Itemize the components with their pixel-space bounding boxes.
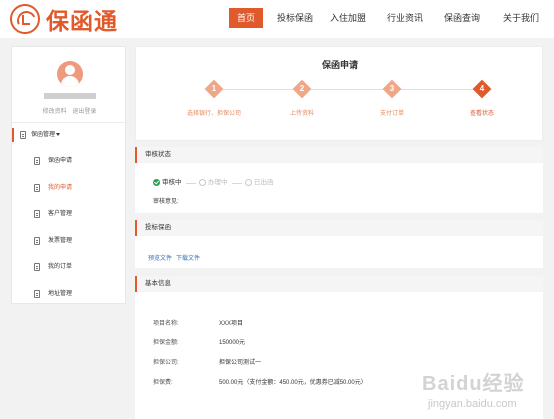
document-icon xyxy=(34,290,40,298)
nav-bid-guarantee[interactable]: 投标保函 xyxy=(273,8,317,28)
sidebar-item-addresses[interactable]: 地址管理 xyxy=(12,287,127,301)
status-connector xyxy=(232,183,242,184)
info-label-project-name: 项目名称: xyxy=(153,321,179,327)
sidebar-item-label: 我的申请 xyxy=(48,185,73,191)
section-bid-guarantee: 投标保函 xyxy=(135,220,543,236)
sidebar-item-label: 保函申请 xyxy=(48,158,73,164)
sidebar-item-label: 客户管理 xyxy=(48,211,73,217)
page-title: 保函申请 xyxy=(321,60,358,70)
info-label-guarantee-fee: 担保费: xyxy=(153,380,173,386)
status-reviewing: 审核中 xyxy=(162,179,182,186)
info-value-guarantee-company: 担保公司测试一 xyxy=(219,360,262,366)
site-logo[interactable]: 保函通 xyxy=(10,4,118,35)
sidebar-item-label: 发票管理 xyxy=(48,238,73,244)
sidebar-item-label: 地址管理 xyxy=(48,291,73,297)
sidebar-item-customers[interactable]: 客户管理 xyxy=(12,207,127,221)
step-label: 查看状态 xyxy=(469,111,494,117)
sidebar-item-my-applications[interactable]: 我的申请 xyxy=(12,181,127,195)
info-value-guarantee-amount: 150000元 xyxy=(219,340,246,346)
top-header: 保函通 首页 投标保函 入住加盟 行业资讯 保函查询 关于我们 xyxy=(0,0,554,38)
audit-remark-label: 审核意见: xyxy=(153,199,179,205)
nav-home[interactable]: 首页 xyxy=(229,8,263,28)
step-2: 2 xyxy=(292,79,312,99)
pending-circle-icon xyxy=(245,179,252,186)
sidebar-item-invoices[interactable]: 发票管理 xyxy=(12,234,127,248)
document-icon xyxy=(34,210,40,218)
step-number: 3 xyxy=(389,84,395,93)
nav-industry-news[interactable]: 行业资讯 xyxy=(383,8,427,28)
document-icon xyxy=(34,157,40,165)
nav-guarantee-query[interactable]: 保函查询 xyxy=(440,8,484,28)
step-number: 4 xyxy=(479,84,485,93)
info-value-guarantee-fee: 500.00元（支付金额：450.00元，优惠券已减50.00元） xyxy=(219,380,367,386)
sidebar-group-label: 保函管理 xyxy=(31,132,56,138)
pending-circle-icon xyxy=(199,179,206,186)
sidebar-item-label: 我的订单 xyxy=(48,264,73,270)
application-steps-panel: 保函申请 1 2 3 4 选择银行、担保公司 上传资料 支付订单 查看状态 xyxy=(135,46,543,141)
avatar[interactable] xyxy=(57,61,83,87)
sidebar-divider xyxy=(12,122,127,123)
logo-text: 保函通 xyxy=(46,9,118,35)
audit-status-body xyxy=(135,163,543,213)
nav-join[interactable]: 入住加盟 xyxy=(326,8,370,28)
user-sidebar: 修改资料 退出登录 保函管理 保函申请 我的申请 客户管理 发票管理 我的订单 … xyxy=(11,46,127,304)
check-circle-icon xyxy=(153,179,160,186)
document-icon xyxy=(20,131,26,139)
step-1: 1 xyxy=(204,79,224,99)
edit-profile-link[interactable]: 修改资料 xyxy=(43,109,67,115)
nav-about[interactable]: 关于我们 xyxy=(496,8,546,28)
step-4: 4 xyxy=(472,79,492,99)
caret-down-icon xyxy=(56,132,61,136)
status-issued: 已出函 xyxy=(254,179,274,186)
step-label: 选择银行、担保公司 xyxy=(186,111,241,117)
info-label-guarantee-company: 担保公司: xyxy=(153,360,179,366)
section-audit-status: 审核状态 xyxy=(135,147,543,163)
step-number: 2 xyxy=(299,84,305,93)
section-basic-info: 基本信息 xyxy=(135,276,543,292)
baidu-jingyan-watermark: Baidu经验 jingyan.baidu.com xyxy=(422,367,548,415)
document-icon xyxy=(34,237,40,245)
sidebar-item-apply[interactable]: 保函申请 xyxy=(12,154,127,168)
info-label-guarantee-amount: 担保金额: xyxy=(153,340,179,346)
step-label: 支付订单 xyxy=(379,111,404,117)
bid-guarantee-body xyxy=(135,236,543,268)
watermark-url: jingyan.baidu.com xyxy=(428,398,517,410)
download-file-link[interactable]: 下载文件 xyxy=(176,253,200,262)
document-icon xyxy=(34,184,40,192)
user-name-blurred xyxy=(44,93,96,99)
document-icon xyxy=(34,263,40,271)
step-label: 上传资料 xyxy=(289,111,314,117)
status-processing: 办理中 xyxy=(208,179,228,186)
steps-connector-line xyxy=(222,89,476,90)
status-connector xyxy=(186,183,196,184)
sidebar-item-orders[interactable]: 我的订单 xyxy=(12,260,127,274)
info-value-project-name: XXX项目 xyxy=(219,321,244,327)
logout-link[interactable]: 退出登录 xyxy=(72,109,96,115)
watermark-main: Baidu经验 xyxy=(422,373,525,395)
step-number: 1 xyxy=(211,84,217,93)
user-links: 修改资料 退出登录 xyxy=(12,106,127,115)
logo-icon xyxy=(10,4,40,34)
preview-file-link[interactable]: 预览文件 xyxy=(148,253,172,262)
step-3: 3 xyxy=(382,79,402,99)
sidebar-group-guarantee-management[interactable]: 保函管理 xyxy=(12,128,127,142)
